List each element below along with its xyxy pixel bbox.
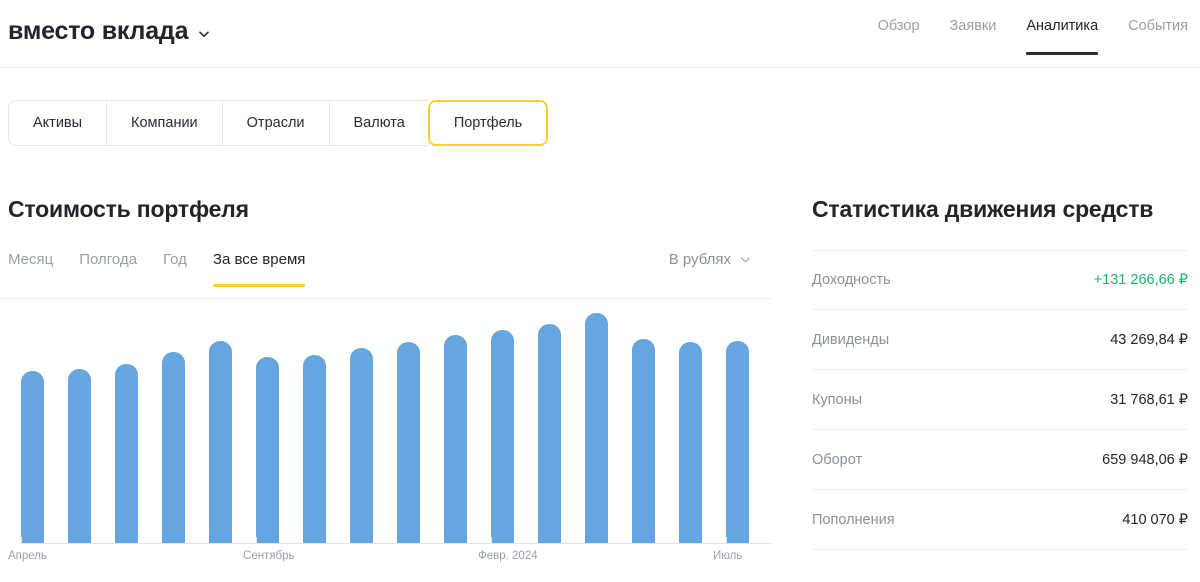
cash-flow-stats: Доходность +131 266,66 ₽ Дивиденды 43 26… xyxy=(812,250,1188,550)
period-tab-month[interactable]: Месяц xyxy=(8,250,53,287)
portfolio-chart-block: Месяц Полгода Год За все время В рублях … xyxy=(0,250,780,582)
period-tab-year[interactable]: Год xyxy=(163,250,187,287)
stat-value: 43 269,84 ₽ xyxy=(1110,331,1188,348)
bar[interactable] xyxy=(444,334,467,543)
x-axis-tick-label: Сентябрь xyxy=(243,550,295,562)
currency-dropdown-label: В рублях xyxy=(668,251,731,268)
segment-otrasli[interactable]: Отрасли xyxy=(221,100,329,146)
stat-value: 659 948,06 ₽ xyxy=(1102,451,1188,468)
chevron-down-icon[interactable] xyxy=(197,27,210,40)
bar[interactable] xyxy=(632,339,655,543)
top-nav-item-sobytiya[interactable]: События xyxy=(1128,17,1188,55)
segmented-control: Активы Компании Отрасли Валюта Портфель xyxy=(8,100,549,146)
analytics-page: вместо вклада Обзор Заявки Аналитика Соб… xyxy=(0,0,1200,582)
stat-row-dohodnost: Доходность +131 266,66 ₽ xyxy=(812,250,1188,310)
segment-kompanii[interactable]: Компании xyxy=(106,100,222,146)
chevron-down-icon[interactable] xyxy=(739,253,752,266)
bar[interactable] xyxy=(726,341,749,543)
bar[interactable] xyxy=(162,352,185,543)
bar[interactable] xyxy=(21,371,44,543)
x-axis-tick-label: Июль xyxy=(713,550,743,562)
stat-label: Пополнения xyxy=(812,511,895,528)
bar[interactable] xyxy=(350,347,373,543)
period-tab-alltime[interactable]: За все время xyxy=(212,250,306,287)
stat-label: Купоны xyxy=(812,391,863,408)
x-axis-tick xyxy=(726,537,727,544)
stat-row-oborot: Оборот 659 948,06 ₽ xyxy=(812,430,1188,490)
chart-section-title: Стоимость портфеля xyxy=(8,196,249,222)
bar[interactable] xyxy=(397,342,420,543)
period-tab-halfyear[interactable]: Полгода xyxy=(79,250,137,287)
bar[interactable] xyxy=(256,356,279,543)
stat-label: Дивиденды xyxy=(812,331,890,348)
stats-section-title: Статистика движения средств xyxy=(812,196,1154,222)
x-axis-tick-label: Апрель xyxy=(8,550,48,562)
segment-aktivy[interactable]: Активы xyxy=(8,100,107,146)
segment-portfel[interactable]: Портфель xyxy=(427,100,549,146)
x-axis-tick xyxy=(491,537,492,544)
stat-value: +131 266,66 ₽ xyxy=(1093,272,1188,288)
stat-row-popolneniya: Пополнения 410 070 ₽ xyxy=(812,490,1188,550)
stat-value: 410 070 ₽ xyxy=(1122,511,1188,528)
stat-value: 31 768,61 ₽ xyxy=(1110,391,1188,408)
bar-chart-plot xyxy=(0,306,780,543)
bar[interactable] xyxy=(303,354,326,543)
stat-label: Доходность xyxy=(812,272,891,288)
bar[interactable] xyxy=(209,341,232,543)
bar[interactable] xyxy=(115,364,138,543)
bar[interactable] xyxy=(68,368,91,543)
stat-row-dividendy: Дивиденды 43 269,84 ₽ xyxy=(812,310,1188,370)
bar[interactable] xyxy=(679,342,702,543)
stat-label: Оборот xyxy=(812,451,863,468)
x-axis-tick xyxy=(256,537,257,544)
period-tabs: Месяц Полгода Год За все время xyxy=(8,250,306,287)
top-nav: Обзор Заявки Аналитика События xyxy=(878,17,1200,55)
top-nav-item-zayavki[interactable]: Заявки xyxy=(950,17,997,55)
bar[interactable] xyxy=(585,312,608,543)
chart-divider xyxy=(0,298,772,299)
page-header: вместо вклада Обзор Заявки Аналитика Соб… xyxy=(0,0,1200,68)
top-nav-item-obzor[interactable]: Обзор xyxy=(878,17,920,55)
top-nav-item-analitika[interactable]: Аналитика xyxy=(1026,17,1098,55)
portfolio-selector[interactable]: вместо вклада xyxy=(8,16,210,46)
bar[interactable] xyxy=(491,330,514,543)
segment-valyuta[interactable]: Валюта xyxy=(328,100,429,146)
page-title: вместо вклада xyxy=(8,17,189,45)
x-axis-tick xyxy=(21,537,22,544)
x-axis-line xyxy=(20,543,772,544)
chart-controls-row: Месяц Полгода Год За все время В рублях xyxy=(8,250,768,298)
x-axis-tick-label: Февр. 2024 xyxy=(478,550,538,562)
bar[interactable] xyxy=(538,323,561,543)
stat-row-kupony: Купоны 31 768,61 ₽ xyxy=(812,370,1188,430)
currency-dropdown[interactable]: В рублях xyxy=(669,250,752,269)
